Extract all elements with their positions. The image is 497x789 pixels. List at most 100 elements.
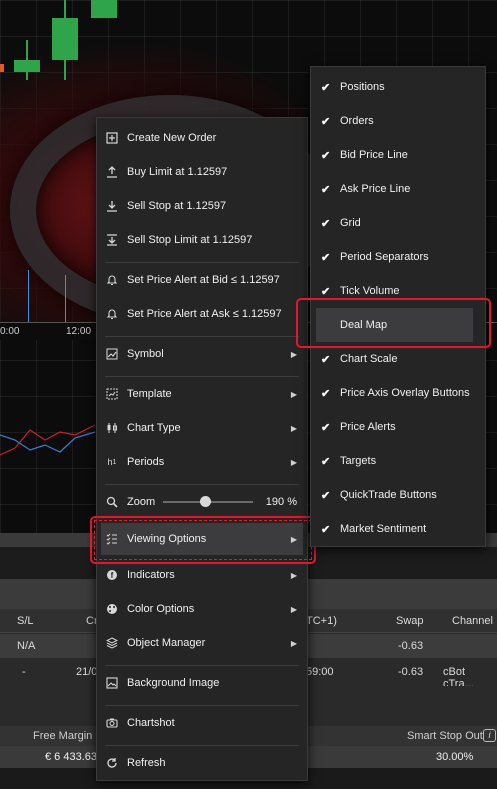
checkmark-icon: ✔ [321,149,331,162]
menu-item-sell-stop-limit[interactable]: Sell Stop Limit at 1.12597 [97,223,307,257]
order-icon [105,131,119,145]
bell-icon [105,273,119,287]
submenu-item-targets[interactable]: ✔ Targets [311,444,485,478]
svg-text:f: f [111,571,114,580]
indicators-icon: f [105,568,119,582]
tick-volume-bar [28,270,29,322]
submenu-arrow-icon: ▶ [290,604,297,614]
submenu-item-label: Chart Scale [340,353,398,365]
row-swap: -0.63 [398,640,424,652]
submenu-item-label: Price Axis Overlay Buttons [340,387,470,399]
header-sl[interactable]: S/L [17,615,34,627]
header-channel[interactable]: Channel [452,615,493,627]
submenu-item-label: Tick Volume [340,285,400,297]
row-sl: - [22,666,26,678]
header-time[interactable]: TC+1) [306,615,337,627]
submenu-item-orders[interactable]: ✔ Orders [311,104,485,138]
submenu-item-label: Price Alerts [340,421,396,433]
periods-icon: h1 [107,457,117,467]
submenu-item-label: Market Sentiment [340,523,427,535]
checkmark-icon: ✔ [321,183,331,196]
submenu-item-grid[interactable]: ✔ Grid [311,206,485,240]
submenu-item-label: QuickTrade Buttons [340,489,437,501]
template-icon [105,387,119,401]
checkmark-icon: ✔ [321,387,331,400]
menu-item-color-options[interactable]: Color Options ▶ [97,592,307,626]
image-icon [105,676,119,690]
menu-item-template[interactable]: Template ▶ [97,377,307,411]
checkmark-icon: ✔ [321,217,331,230]
menu-item-alert-bid[interactable]: Set Price Alert at Bid ≤ 1.12597 [97,263,307,297]
arrow-down-bar-icon [105,233,119,247]
bell-icon [105,307,119,321]
time-label: 0:00 [0,326,20,337]
submenu-item-market-sentiment[interactable]: ✔ Market Sentiment [311,512,485,546]
refresh-icon [105,756,119,770]
menu-item-symbol[interactable]: Symbol ▶ [97,337,307,371]
submenu-item-label: Grid [340,217,361,229]
object-manager-icon [105,636,119,650]
row-date: 21/0 [76,666,98,678]
checkmark-icon: ✔ [321,353,331,366]
zoom-icon [105,495,119,509]
submenu-item-positions[interactable]: ✔ Positions [311,70,485,104]
zoom-slider-thumb[interactable] [200,496,212,507]
menu-item-periods[interactable]: h1 Periods ▶ [97,445,307,479]
menu-item-alert-ask[interactable]: Set Price Alert at Ask ≤ 1.12597 [97,297,307,331]
candle [52,18,78,60]
zoom-value: 190 % [265,496,297,508]
chart-line-icon [105,347,119,361]
submenu-item-price-axis-overlay-buttons[interactable]: ✔ Price Axis Overlay Buttons [311,376,485,410]
submenu-item-period-separators[interactable]: ✔ Period Separators [311,240,485,274]
checkmark-icon: ✔ [321,421,331,434]
free-margin-value: € 6 433.63 [45,751,97,763]
price-marker [0,64,4,72]
time-label: 12:00 [66,326,92,337]
candlestick-icon [105,421,119,435]
submenu-item-ask-price-line[interactable]: ✔ Ask Price Line [311,172,485,206]
submenu-arrow-icon: ▶ [290,457,297,467]
submenu-item-quicktrade-buttons[interactable]: ✔ QuickTrade Buttons [311,478,485,512]
menu-item-chartshot[interactable]: Chartshot [97,706,307,740]
submenu-item-label: Bid Price Line [340,149,408,161]
candle [14,60,40,72]
camera-icon [105,716,119,730]
deal-map-highlight [296,298,491,348]
menu-item-background-image[interactable]: Background Image [97,666,307,700]
row-sl: N/A [17,640,36,652]
submenu-item-label: Orders [340,115,374,127]
tick-volume-bar [65,275,66,322]
checkmark-icon: ✔ [321,115,331,128]
row-swap: -0.63 [398,666,424,678]
info-icon[interactable]: i [483,729,496,742]
menu-item-chart-type[interactable]: Chart Type ▶ [97,411,307,445]
menu-item-buy-limit[interactable]: Buy Limit at 1.12597 [97,155,307,189]
menu-item-create-new-order[interactable]: Create New Order [97,121,307,155]
submenu-item-bid-price-line[interactable]: ✔ Bid Price Line [311,138,485,172]
submenu-item-label: Ask Price Line [340,183,411,195]
menu-item-object-manager[interactable]: Object Manager ▶ [97,626,307,660]
submenu-item-price-alerts[interactable]: ✔ Price Alerts [311,410,485,444]
candle [91,0,117,18]
menu-item-sell-stop[interactable]: Sell Stop at 1.12597 [97,189,307,223]
menu-item-refresh[interactable]: Refresh [97,746,307,780]
checkmark-icon: ✔ [321,81,331,94]
row-time: 59:00 [306,666,334,678]
chart-context-menu: Create New Order Buy Limit at 1.12597 Se… [96,117,308,781]
palette-icon [105,602,119,616]
checkmark-icon: ✔ [321,455,331,468]
submenu-arrow-icon: ▶ [290,349,297,359]
menu-item-zoom: Zoom 190 % [97,485,307,519]
submenu-arrow-icon: ▶ [290,638,297,648]
smart-stop-out-value: 30.00% [436,751,474,763]
submenu-item-label: Targets [340,455,377,467]
free-margin-label: Free Margin [33,730,93,742]
checkmark-icon: ✔ [321,251,331,264]
header-swap[interactable]: Swap [396,615,424,627]
checkmark-icon: ✔ [321,523,331,536]
submenu-arrow-icon: ▶ [290,570,297,580]
submenu-item-label: Positions [340,81,385,93]
smart-stop-out-label: Smart Stop Out [407,730,483,742]
arrow-down-icon [105,199,119,213]
submenu-arrow-icon: ▶ [290,389,297,399]
